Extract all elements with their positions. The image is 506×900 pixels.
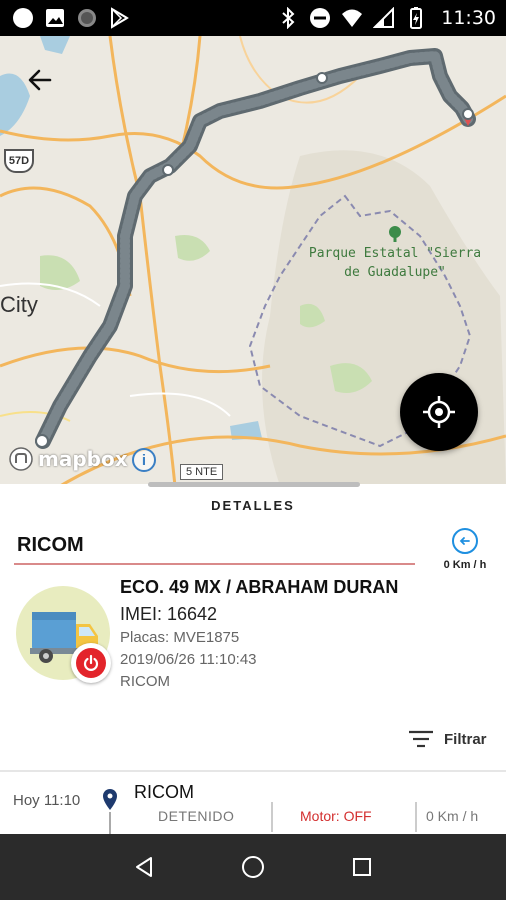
- my-location-button[interactable]: [400, 373, 478, 451]
- mapbox-text: mapbox: [38, 447, 128, 471]
- vehicle-timestamp: 2019/06/26 11:10:43: [120, 651, 257, 668]
- home-nav-icon: [241, 856, 264, 878]
- details-sheet: DETALLES RICOM 0 Km / h ECO. 49 MX / ABR…: [0, 482, 506, 834]
- vehicle-info: ECO. 49 MX / ABRAHAM DURAN IMEI: 16642 P…: [120, 576, 398, 692]
- status-bar: 11:30: [0, 0, 506, 36]
- filter-button[interactable]: Filtrar: [408, 729, 487, 749]
- sheet-drag-handle[interactable]: [148, 482, 360, 487]
- nav-home-button[interactable]: [233, 847, 273, 887]
- vehicle-plates: Placas: MVE1875: [120, 629, 240, 646]
- event-name: RICOM: [134, 782, 194, 802]
- filter-label: Filtrar: [444, 730, 487, 748]
- image-icon: [44, 7, 66, 29]
- event-speed: 0 Km / h: [426, 808, 479, 824]
- vehicle-name: ECO. 49 MX / ABRAHAM DURAN: [120, 577, 399, 597]
- road-shield: 57D: [4, 149, 34, 173]
- nav-back-button[interactable]: [124, 847, 164, 887]
- event-status: DETENIDO: [158, 808, 235, 824]
- group-name: RICOM: [17, 534, 84, 556]
- signal-icon: [373, 7, 395, 29]
- event-separator: [415, 802, 417, 832]
- back-button[interactable]: [18, 58, 62, 102]
- do-not-disturb-icon: [309, 7, 331, 29]
- crosshair-icon: [423, 396, 455, 428]
- event-motor: Motor: OFF: [300, 808, 372, 824]
- event-list-item[interactable]: Hoy 11:10 RICOM DETENIDO Motor: OFF 0 Km…: [0, 772, 506, 834]
- play-store-icon: [108, 7, 130, 29]
- location-pin-icon: [103, 789, 117, 810]
- dot-notification-icon: [76, 7, 98, 29]
- event-time: Hoy 11:10: [13, 792, 81, 809]
- details-title: DETALLES: [211, 498, 295, 513]
- filter-icon: [409, 730, 433, 748]
- group-underline: [14, 563, 415, 565]
- app-screen: 11:30 City Parque Estatal "Sierra de Gua…: [0, 0, 506, 900]
- park-label-line1: Parque Estatal "Sierra: [308, 246, 482, 261]
- system-nav-bar: [0, 834, 506, 900]
- road-label: 5 NTE: [180, 464, 224, 480]
- nav-recents-button[interactable]: [342, 847, 382, 887]
- engine-status-badge: [71, 643, 111, 683]
- map-park-label: Parque Estatal "Sierra de Guadalupe": [300, 244, 490, 282]
- circle-notification-icon: [12, 7, 34, 29]
- timeline-line: [109, 812, 111, 834]
- map-view[interactable]: City Parque Estatal "Sierra de Guadalupe…: [0, 36, 506, 486]
- event-separator: [271, 802, 273, 832]
- arrow-back-icon: [28, 69, 52, 91]
- mapbox-logo-icon: [9, 447, 33, 471]
- speed-indicator: 0 Km / h: [432, 528, 498, 571]
- power-icon: [83, 654, 99, 671]
- speed-value: 0 Km / h: [443, 559, 487, 571]
- map-city-label: City: [0, 292, 38, 317]
- status-time: 11:30: [441, 7, 496, 29]
- recents-nav-icon: [352, 858, 371, 876]
- park-label-line2: de Guadalupe": [344, 265, 446, 280]
- bluetooth-icon: [277, 7, 299, 29]
- speedometer-icon: [452, 528, 478, 554]
- vehicle-imei: IMEI: 16642: [120, 604, 218, 624]
- battery-icon: [405, 7, 427, 29]
- back-nav-icon: [136, 857, 153, 877]
- vehicle-group: RICOM: [120, 673, 170, 690]
- wifi-icon: [341, 7, 363, 29]
- mapbox-attribution[interactable]: mapbox: [8, 446, 128, 472]
- map-info-button[interactable]: i: [132, 448, 156, 472]
